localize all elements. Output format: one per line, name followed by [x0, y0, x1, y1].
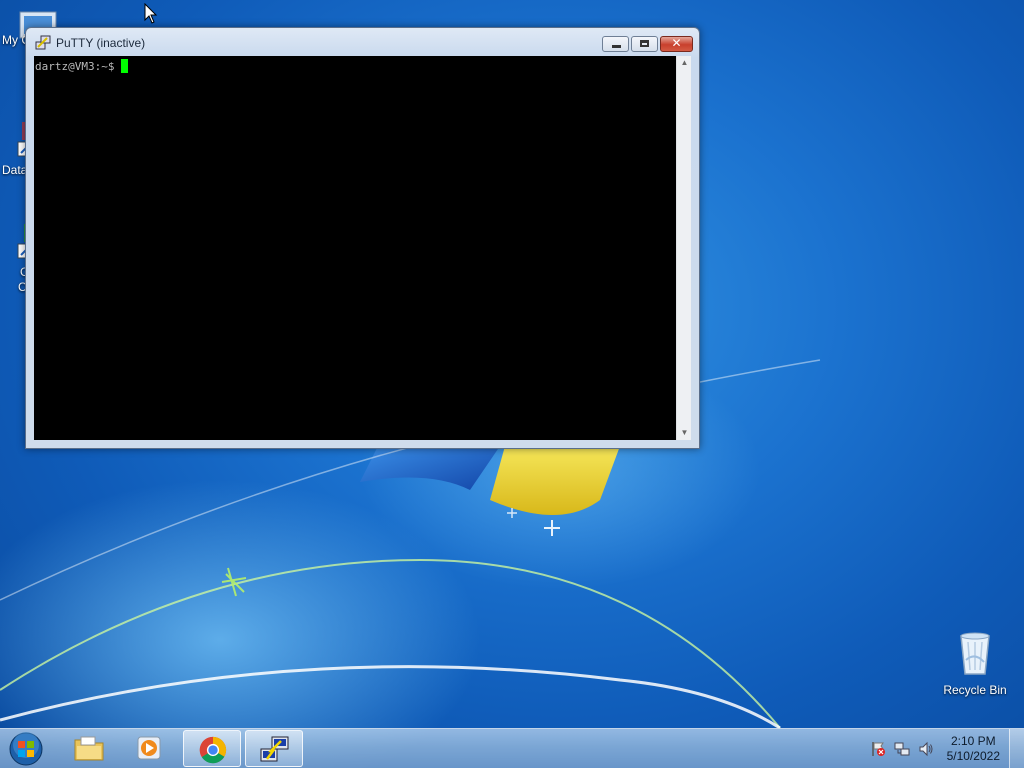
clock-date: 5/10/2022 — [946, 749, 1000, 763]
scroll-down-arrow-icon[interactable]: ▼ — [677, 426, 692, 440]
maximize-button[interactable] — [631, 36, 658, 52]
minimize-button[interactable] — [602, 36, 629, 52]
terminal-line: dartz@VM3:~$ — [35, 59, 129, 73]
shell-prompt: dartz@VM3:~$ — [35, 60, 115, 73]
scroll-up-arrow-icon[interactable]: ▲ — [677, 56, 692, 70]
window-title: PuTTY (inactive) — [56, 36, 146, 50]
maximize-icon — [640, 40, 649, 47]
putty-icon — [260, 736, 289, 762]
start-button[interactable] — [6, 731, 46, 767]
mouse-pointer-icon — [144, 3, 158, 24]
action-center-flag-icon[interactable] — [870, 741, 886, 757]
clock[interactable]: 2:10 PM 5/10/2022 — [947, 734, 1000, 764]
speaker-icon[interactable] — [918, 741, 934, 757]
vertical-scrollbar[interactable]: ▲ ▼ — [676, 56, 691, 440]
terminal-cursor — [121, 59, 129, 73]
title-bar[interactable]: PuTTY (inactive) ✕ — [26, 28, 699, 56]
desktop-icon-label: Recycle Bin — [943, 683, 1007, 697]
chrome-icon — [199, 736, 227, 764]
taskbar-media-player[interactable] — [121, 730, 179, 767]
terminal-area[interactable]: dartz@VM3:~$ — [34, 56, 676, 440]
folder-icon — [74, 736, 104, 761]
windows-orb-icon — [9, 732, 43, 766]
taskbar: 2:10 PM 5/10/2022 — [0, 728, 1024, 768]
close-button[interactable]: ✕ — [660, 36, 693, 52]
recycle-bin-icon — [960, 632, 990, 675]
system-tray: 2:10 PM 5/10/2022 — [864, 729, 1024, 768]
taskbar-putty[interactable] — [245, 730, 303, 767]
network-icon[interactable] — [894, 741, 910, 757]
media-player-icon — [137, 736, 161, 760]
putty-icon — [35, 35, 51, 50]
show-desktop-button[interactable] — [1009, 729, 1024, 768]
close-icon: ✕ — [671, 36, 682, 50]
desktop: My C Data G C Recycle Bin — [0, 0, 1024, 768]
taskbar-chrome[interactable] — [183, 730, 241, 767]
clock-time: 2:10 PM — [950, 734, 996, 748]
putty-window[interactable]: PuTTY (inactive) ✕ dartz@VM3:~$ ▲ ▼ — [25, 27, 700, 449]
minimize-icon — [612, 45, 621, 48]
taskbar-file-explorer[interactable] — [60, 730, 118, 767]
desktop-icon-recycle-bin[interactable]: Recycle Bin — [940, 630, 1010, 697]
